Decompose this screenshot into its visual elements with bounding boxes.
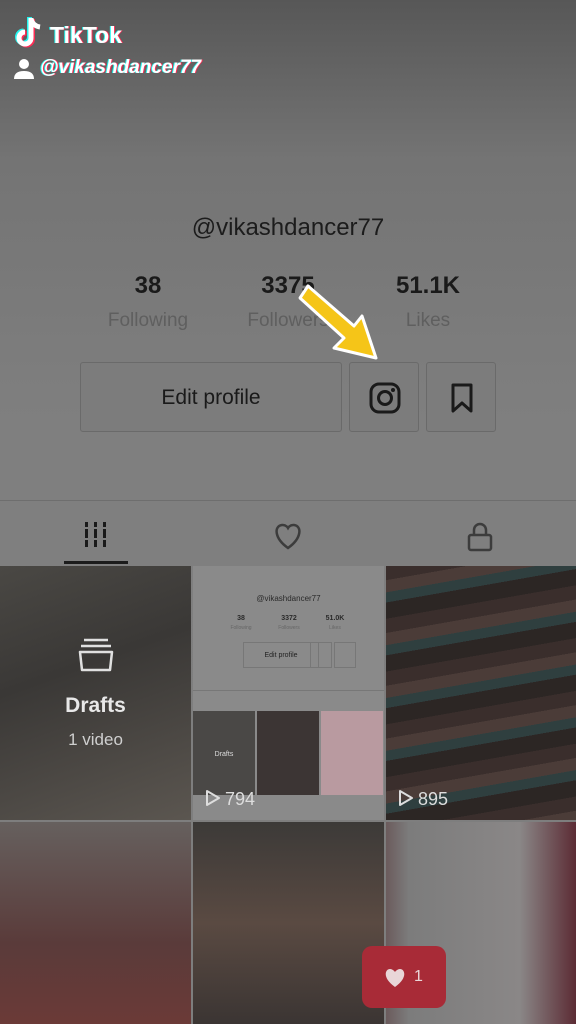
videos-grid-icon	[85, 522, 106, 547]
play-icon	[399, 790, 413, 806]
favorites-button[interactable]	[426, 362, 496, 432]
view-count: 794	[205, 789, 255, 810]
mini-username: @vikashdancer77	[256, 594, 321, 603]
bookmark-icon	[451, 383, 473, 413]
stat-value: 38	[134, 272, 162, 299]
mini-drafts-cell: Drafts	[193, 711, 255, 795]
mini-instagram-icon	[310, 642, 332, 668]
video-thumbnail[interactable]	[0, 822, 191, 1024]
tab-liked[interactable]	[264, 512, 312, 560]
drafts-icon	[78, 638, 114, 672]
video-thumbnail[interactable]: 895	[386, 566, 576, 820]
mini-stat-label: Following	[230, 625, 252, 631]
tiktok-logo-icon	[15, 17, 41, 48]
profile-username: @vikashdancer77	[191, 214, 385, 241]
tab-videos[interactable]	[72, 512, 120, 560]
mini-stat-label: Likes	[329, 625, 341, 631]
profile-screen: TikTok @vikashdancer77 @vikashdancer77 3…	[0, 0, 576, 1024]
watermark-username: @vikashdancer77	[40, 57, 202, 78]
edit-profile-button[interactable]: Edit profile	[80, 362, 342, 432]
instagram-button[interactable]	[349, 362, 419, 432]
stat-label: Following	[107, 310, 189, 331]
mini-video-cell	[257, 711, 319, 795]
active-tab-indicator	[64, 561, 128, 564]
heart-filled-icon	[385, 969, 405, 987]
mini-stat: 38 Following	[221, 615, 261, 631]
mini-drafts-label: Drafts	[214, 751, 234, 758]
lock-icon	[467, 522, 493, 552]
mini-stat: 3372 Followers	[269, 615, 309, 631]
mini-stat-value: 3372	[281, 615, 297, 622]
drafts-thumbnail[interactable]: Drafts 1 video	[0, 566, 191, 820]
pointer-arrow-icon	[298, 284, 378, 360]
stat-following[interactable]: 38 Following	[78, 272, 218, 332]
mini-stat: 51.0K Likes	[315, 615, 355, 631]
mini-tabs-divider	[193, 690, 384, 691]
play-icon	[206, 790, 220, 806]
view-count: 895	[398, 789, 448, 810]
watermark-brand: TikTok	[50, 22, 122, 48]
tabs-divider	[0, 500, 576, 501]
like-count: 1	[414, 968, 423, 985]
instagram-icon	[369, 382, 401, 414]
mini-edit-button: Edit profile	[243, 642, 319, 668]
mini-stat-value: 51.0K	[325, 615, 345, 622]
view-count-value: 895	[418, 789, 449, 809]
video-thumbnail[interactable]: @vikashdancer77 38 Following 3372 Follow…	[193, 566, 384, 820]
heart-outline-icon	[275, 523, 301, 550]
mini-stat-value: 38	[237, 615, 245, 622]
user-icon	[14, 59, 34, 79]
mini-stat-label: Followers	[278, 625, 300, 631]
like-count-badge[interactable]: 1	[362, 946, 446, 1008]
tab-private[interactable]	[456, 512, 504, 560]
video-thumbnail[interactable]	[193, 822, 384, 1024]
drafts-label: Drafts	[65, 694, 126, 717]
mini-video-cell	[321, 711, 383, 795]
view-count-value: 794	[225, 789, 256, 809]
mini-bookmark-icon	[334, 642, 356, 668]
drafts-count: 1 video	[68, 730, 123, 749]
